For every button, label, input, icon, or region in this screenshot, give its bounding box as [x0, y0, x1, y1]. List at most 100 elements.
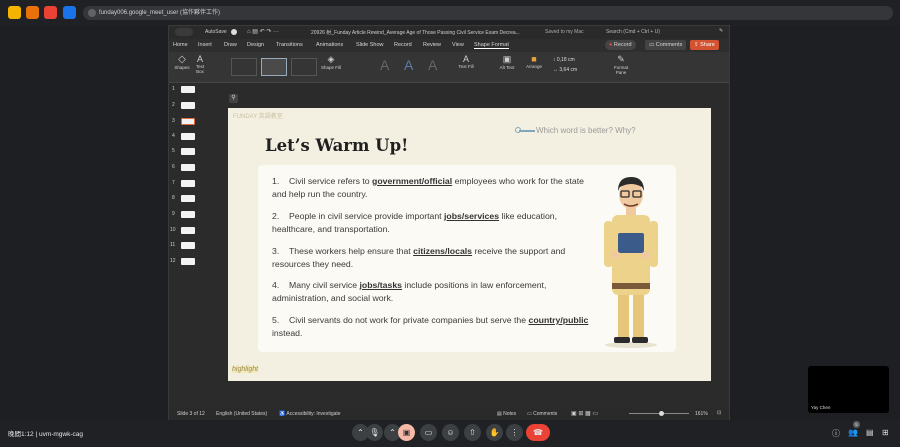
tab-shape-format[interactable]: Shape Format	[474, 42, 509, 49]
height-field[interactable]: ↕ 0,18 cm	[553, 57, 577, 63]
slide-thumbnail-1[interactable]	[181, 86, 195, 93]
tab-slide-show[interactable]: Slide Show	[356, 42, 384, 48]
app-icon-4[interactable]	[63, 6, 76, 19]
width-field[interactable]: ↔ 3,64 cm	[553, 67, 577, 73]
width-value: 3,64 cm	[559, 67, 578, 73]
more-options-icon[interactable]: ⋮	[506, 424, 523, 441]
format-pane-button[interactable]: ✎ Format Pane	[611, 54, 631, 75]
raise-hand-icon[interactable]: ✋	[486, 424, 503, 441]
size-fields: ↕ 0,18 cm ↔ 3,64 cm	[553, 57, 577, 73]
thumb-number: 8	[172, 195, 175, 201]
line-style-2[interactable]	[261, 58, 287, 76]
connector-line-shape[interactable]	[519, 130, 535, 132]
shape-fill-button[interactable]: ◈ Shape Fill	[321, 54, 341, 70]
title-bar: AutoSave ⌂ ▤ ↶ ↷ ··· 20926 射_Funday Arti…	[169, 26, 729, 39]
tab-insert[interactable]: Insert	[198, 42, 212, 48]
slide-thumbnail-3-selected[interactable]	[181, 118, 195, 125]
zoom-slider-thumb[interactable]	[659, 411, 664, 416]
slide-thumbnail-12[interactable]	[181, 258, 195, 265]
fit-slide-icon[interactable]: ⊡	[717, 410, 721, 416]
wordart-style-2[interactable]: A	[404, 57, 413, 73]
address-bar[interactable]: funday006.google_meet_user (協作夥伴工作)	[83, 6, 893, 20]
thumb-number: 5	[172, 148, 175, 154]
item-number: 1.	[272, 176, 280, 186]
tab-review[interactable]: Review	[423, 42, 441, 48]
slide-canvas: ⚲ FUNDAY 英語教室 Let’s Warm Up! Which word …	[199, 83, 729, 413]
captions-icon[interactable]: ▭	[420, 424, 437, 441]
text-fill-button[interactable]: A Text Fill	[455, 54, 477, 69]
slide-logo: FUNDAY 英語教室	[233, 114, 283, 120]
highlight-label: highlight	[232, 366, 259, 373]
thumb-number: 3	[172, 118, 175, 124]
share-button[interactable]: ⇪ Share	[690, 40, 719, 50]
notes-button[interactable]: ▤ Notes	[497, 411, 516, 417]
shape-handle[interactable]	[515, 127, 521, 133]
item-text: Civil service refers to	[289, 176, 373, 186]
tab-home[interactable]: Home	[173, 42, 188, 48]
comments-button[interactable]: ▭ Comments	[645, 40, 687, 50]
camera-icon[interactable]: ▣	[398, 424, 415, 441]
design-ideas-icon[interactable]: ⚲	[229, 94, 238, 103]
item-choice: citizens/locals	[413, 246, 473, 256]
wordart-style-3[interactable]: A	[428, 57, 437, 73]
wordart-style-1[interactable]: A	[380, 57, 389, 73]
microphone-icon[interactable]: 🎙	[366, 424, 383, 441]
slide-thumbnail-6[interactable]	[181, 164, 195, 171]
activities-icon[interactable]: ⊞	[882, 428, 889, 437]
window-controls[interactable]	[175, 28, 193, 36]
thumb-number: 11	[170, 242, 176, 248]
wordart-gallery[interactable]: A A A	[374, 56, 452, 76]
share-icon: ⇪	[694, 42, 699, 48]
shapes-icon: ◇	[178, 54, 186, 65]
slide-thumbnail-7[interactable]	[181, 180, 195, 187]
app-icon-1[interactable]	[8, 6, 21, 19]
alt-text-button[interactable]: ▣ Alt Text	[499, 54, 515, 70]
language-status[interactable]: English (United States)	[216, 411, 267, 417]
tab-draw[interactable]: Draw	[224, 42, 237, 48]
tab-animations[interactable]: Animations	[316, 42, 343, 48]
slide-thumbnail-5[interactable]	[181, 148, 195, 155]
record-button[interactable]: ● Record	[605, 40, 636, 50]
powerpoint-window: AutoSave ⌂ ▤ ↶ ↷ ··· 20926 射_Funday Arti…	[168, 25, 730, 420]
line-style-3[interactable]	[291, 58, 317, 76]
shape-styles-gallery[interactable]	[229, 56, 321, 78]
app-icon-2[interactable]	[26, 6, 39, 19]
autosave-toggle[interactable]	[231, 29, 237, 35]
accessibility-status[interactable]: ♿ Accessibility: Investigate	[279, 411, 341, 417]
zoom-level[interactable]: 161%	[695, 411, 708, 417]
info-icon[interactable]: ⓘ	[832, 428, 840, 439]
tab-design[interactable]: Design	[247, 42, 264, 48]
people-icon[interactable]: 👥	[848, 428, 858, 437]
slide-thumbnail-9[interactable]	[181, 211, 195, 218]
app-icon-3[interactable]	[44, 6, 57, 19]
shapes-button[interactable]: ◇ Shapes	[173, 54, 191, 70]
search-box[interactable]: Search (Cmd + Ctrl + U)	[606, 29, 660, 35]
tab-view[interactable]: View	[452, 42, 464, 48]
textbox-button[interactable]: A Text Box	[193, 54, 207, 74]
slide-thumbnail-2[interactable]	[181, 102, 195, 109]
slide-thumbnail-10[interactable]	[181, 227, 195, 234]
share-window-icon[interactable]: ✎	[719, 28, 723, 34]
slide-thumbnail-4[interactable]	[181, 133, 195, 140]
slide-thumbnail-8[interactable]	[181, 195, 195, 202]
view-buttons[interactable]: ▣ ⊞ ▦ ▭	[571, 410, 598, 417]
tab-transitions[interactable]: Transitions	[276, 42, 303, 48]
status-comments-button[interactable]: ▭ Comments	[527, 411, 557, 417]
civil-servant-illustration	[604, 177, 658, 348]
present-icon[interactable]: ⇧	[464, 424, 481, 441]
thumb-number: 6	[172, 164, 175, 170]
shape-fill-label: Shape Fill	[321, 65, 342, 70]
line-style-1[interactable]	[231, 58, 257, 76]
participant-video-tile[interactable]: Yay Chen	[808, 366, 889, 413]
arrange-button[interactable]: ■ Arrange	[524, 54, 544, 69]
list-item: 5. Civil servants do not work for private…	[272, 314, 592, 340]
slide-thumbnail-11[interactable]	[181, 242, 195, 249]
record-label: Record	[613, 42, 632, 48]
slide-thumbnails-pane: 1 2 3 4 5 6 7 8 9 10 11 12	[169, 83, 199, 413]
emoji-icon[interactable]: ☺	[442, 424, 459, 441]
tab-record[interactable]: Record	[394, 42, 412, 48]
chat-icon[interactable]: ▤	[866, 428, 874, 437]
slide[interactable]: FUNDAY 英語教室 Let’s Warm Up! Which word is…	[228, 108, 711, 381]
quick-access-icons[interactable]: ⌂ ▤ ↶ ↷ ···	[247, 28, 279, 35]
leave-call-icon[interactable]: ☎	[526, 424, 550, 441]
